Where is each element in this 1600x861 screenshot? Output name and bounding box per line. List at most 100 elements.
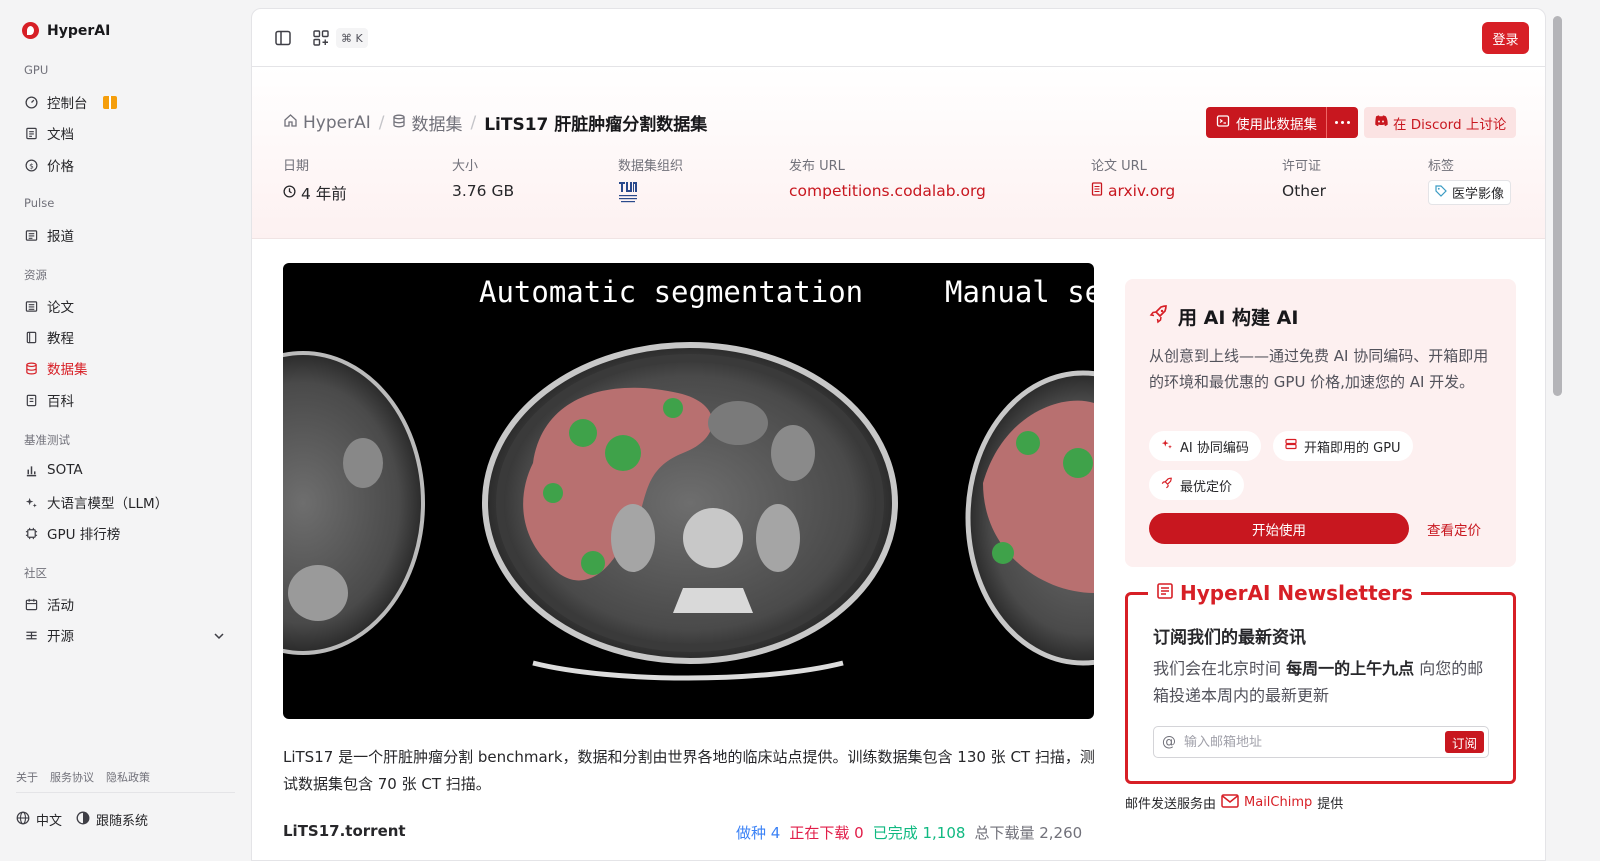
sidebar-item-label: 论文	[47, 300, 74, 316]
terminal-icon	[1216, 114, 1230, 132]
meta-organization: 数据集组织	[618, 155, 683, 204]
mailchimp-link[interactable]: MailChimp	[1244, 795, 1312, 810]
release-url-link[interactable]: competitions.codalab.org	[789, 182, 986, 200]
meta-label: 日期	[283, 159, 310, 174]
mail-icon	[1221, 793, 1239, 812]
sidebar-item-llm[interactable]: 大语言模型（LLM）	[24, 492, 168, 512]
sidebar-item-news[interactable]: 报道	[24, 225, 74, 245]
page-title: LiTS17 肝脏肿瘤分割数据集	[484, 115, 708, 135]
meta-value: 4 年前	[283, 182, 347, 204]
paper-url-label: arxiv.org	[1108, 182, 1176, 200]
sidebar-item-label: GPU 排行榜	[47, 527, 121, 543]
email-input[interactable]	[1184, 734, 1424, 750]
torrent-filename[interactable]: LiTS17.torrent	[283, 822, 406, 840]
rocket-icon	[1161, 477, 1173, 493]
sparkles-icon	[1161, 438, 1173, 454]
meta-release-url: 发布 URL competitions.codalab.org	[789, 155, 986, 200]
brand-name: HyperAI	[47, 22, 111, 39]
section-community: 社区	[24, 566, 47, 580]
sidebar-item-sota[interactable]: SOTA	[24, 460, 83, 480]
date-value: 4 年前	[301, 185, 347, 203]
sidebar-item-wiki[interactable]: 百科	[24, 390, 74, 410]
downloading-stat: 正在下载 0	[789, 824, 864, 842]
login-button[interactable]: 登录	[1482, 22, 1529, 54]
license-value: Other	[1282, 182, 1327, 200]
tum-logo[interactable]	[618, 180, 638, 204]
meta-size: 大小 3.76 GB	[452, 155, 514, 200]
breadcrumb-datasets[interactable]: 数据集	[392, 110, 462, 135]
provider-prefix: 邮件发送服务由	[1125, 797, 1217, 812]
caption-manual: Manual se	[945, 275, 1094, 309]
paper-url-link[interactable]: arxiv.org	[1091, 182, 1175, 200]
newspaper-icon	[1156, 581, 1174, 605]
meta-label: 大小	[452, 159, 479, 174]
more-options-button[interactable]	[1326, 107, 1358, 138]
subscribe-button[interactable]: 订阅	[1444, 731, 1484, 753]
search-shortcut[interactable]: ⌘ K	[336, 28, 368, 48]
clock-icon	[283, 184, 296, 202]
chevron-down-icon[interactable]	[212, 628, 226, 642]
use-dataset-button[interactable]: 使用此数据集	[1206, 107, 1327, 138]
more-dots-icon	[1335, 121, 1338, 124]
sidebar-item-opensource[interactable]: 开源	[24, 625, 74, 645]
view-pricing-link[interactable]: 查看定价	[1427, 513, 1481, 544]
footer-link-terms[interactable]: 服务协议	[50, 769, 94, 785]
meta-label: 许可证	[1282, 159, 1322, 174]
email-field: @ 订阅	[1153, 726, 1489, 758]
sidebar-item-events[interactable]: 活动	[24, 594, 74, 614]
document-icon	[1091, 182, 1103, 200]
gauge-icon	[24, 95, 38, 109]
breadcrumb-datasets-label: 数据集	[411, 115, 463, 135]
globe-icon	[16, 811, 30, 829]
caption-automatic: Automatic segmentation	[479, 275, 864, 309]
encyclopedia-icon	[24, 393, 38, 407]
chip-label: 最优定价	[1180, 479, 1233, 495]
top-bar: ⌘ K 登录	[252, 9, 1545, 67]
newsletter-title-label: HyperAI Newsletters	[1180, 581, 1413, 605]
breadcrumb-home[interactable]: HyperAI	[283, 113, 371, 133]
footer-link-about[interactable]: 关于	[16, 769, 38, 785]
footer-link-privacy[interactable]: 隐私政策	[106, 769, 150, 785]
chip-label: AI 协同编码	[1180, 440, 1249, 456]
sidebar-item-gpu-leaderboard[interactable]: GPU 排行榜	[24, 523, 120, 543]
newspaper-icon	[24, 228, 38, 242]
meta-label: 数据集组织	[618, 159, 684, 174]
sidebar-item-pricing[interactable]: $ 价格	[24, 155, 74, 175]
sidebar-item-papers[interactable]: 论文	[24, 296, 74, 316]
seeding-stat: 做种 4	[736, 824, 781, 842]
brand-logo[interactable]: HyperAI	[22, 22, 110, 39]
sidebar-toggle-icon[interactable]	[274, 29, 292, 47]
section-benchmarks: 基准测试	[24, 433, 70, 447]
size-value: 3.76 GB	[452, 182, 515, 200]
get-started-button[interactable]: 开始使用	[1149, 513, 1409, 544]
meta-label: 论文 URL	[1091, 159, 1147, 174]
sidebar-item-datasets[interactable]: 数据集	[24, 358, 88, 378]
sidebar-item-label: 文档	[47, 127, 74, 143]
breadcrumb-home-label: HyperAI	[303, 112, 371, 133]
sidebar-item-label: 控制台	[47, 96, 88, 112]
sidebar-item-label: SOTA	[47, 462, 83, 478]
theme-switcher[interactable]: 跟随系统	[76, 810, 148, 829]
page-scrollbar[interactable]	[1553, 16, 1562, 396]
breadcrumb: HyperAI / 数据集 / LiTS17 肝脏肿瘤分割数据集	[283, 110, 707, 135]
discord-label: 在 Discord 上讨论	[1393, 116, 1507, 133]
main-panel: ⌘ K 登录 HyperAI / 数据集 / LiTS17 肝脏肿瘤分割数据集 …	[251, 8, 1546, 861]
chip-ai-coding: AI 协同编码	[1149, 431, 1261, 461]
discord-button[interactable]: 在 Discord 上讨论	[1364, 107, 1517, 138]
sidebar-item-console[interactable]: 控制台	[24, 92, 117, 112]
language-switcher[interactable]: 中文	[16, 810, 62, 829]
tag-icon	[1435, 184, 1447, 201]
footer-links: 关于 服务协议 隐私政策	[16, 769, 150, 785]
discord-icon	[1374, 114, 1388, 131]
newsletter-subtitle: 订阅我们的最新资讯	[1153, 628, 1306, 648]
sidebar-item-label: 数据集	[47, 362, 88, 378]
apps-grid-icon[interactable]	[312, 29, 330, 47]
completed-stat: 已完成 1,108	[872, 824, 966, 842]
chip-label: 开箱即用的 GPU	[1304, 440, 1401, 456]
sidebar-item-tutorials[interactable]: 教程	[24, 327, 74, 347]
tag-chip[interactable]: 医学影像	[1428, 180, 1512, 205]
meta-date: 日期 4 年前	[283, 155, 347, 204]
sidebar-item-docs[interactable]: 文档	[24, 123, 74, 143]
torrent-stats: 做种 4 正在下载 0 已完成 1,108 总下载量 2,260	[736, 822, 1082, 843]
provider-suffix: 提供	[1317, 797, 1344, 812]
